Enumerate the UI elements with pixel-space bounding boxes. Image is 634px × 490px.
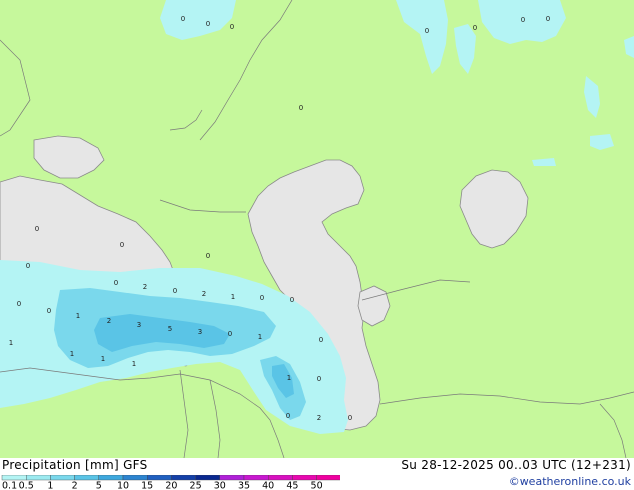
legend-swatch bbox=[292, 475, 317, 481]
footer: Precipitation [mm] GFS Su 28-12-2025 00.… bbox=[0, 458, 634, 490]
precip-value-label: 1 bbox=[70, 350, 74, 358]
precip-value-label: 0 bbox=[299, 104, 303, 112]
precip-value-label: 0 bbox=[425, 27, 429, 35]
legend-label: 20 bbox=[165, 481, 177, 490]
legend-swatch bbox=[146, 475, 172, 481]
legend-swatch bbox=[171, 475, 196, 481]
precip-value-label: 0 bbox=[286, 412, 290, 420]
legend-swatch bbox=[26, 475, 51, 481]
precip-value-label: 0 bbox=[47, 307, 51, 315]
precip-value-label: 0 bbox=[114, 279, 118, 287]
datetime-label: Su 28-12-2025 00..03 UTC (12+231) bbox=[401, 458, 631, 472]
precip-value-label: 0 bbox=[230, 23, 234, 31]
legend-label: 5 bbox=[96, 481, 102, 490]
legend-swatch bbox=[219, 475, 245, 481]
precip-value-label: 0 bbox=[35, 225, 39, 233]
precip-value-label: 1 bbox=[132, 360, 136, 368]
precip-value-label: 0 bbox=[290, 296, 294, 304]
precip-value-label: 0 bbox=[260, 294, 264, 302]
legend-swatch bbox=[243, 475, 269, 481]
legend-label: 40 bbox=[262, 481, 274, 490]
precip-value-label: 0 bbox=[17, 300, 21, 308]
precip-value-label: 3 bbox=[137, 321, 141, 329]
precip-value-label: 0 bbox=[473, 24, 477, 32]
precip-value-label: 0 bbox=[317, 375, 321, 383]
precip-value-label: 0 bbox=[521, 16, 525, 24]
legend-swatch bbox=[268, 475, 293, 481]
precip-value-label: 1 bbox=[258, 333, 262, 341]
legend-label: 45 bbox=[286, 481, 298, 490]
precip-value-label: 1 bbox=[231, 293, 235, 301]
legend-swatch bbox=[122, 475, 148, 481]
precip-value-label: 1 bbox=[287, 374, 291, 382]
legend-label: 25 bbox=[190, 481, 202, 490]
legend-label: 35 bbox=[238, 481, 250, 490]
legend-label: 0.1 bbox=[2, 481, 17, 490]
precip-value-label: 0 bbox=[206, 20, 210, 28]
legend-swatch bbox=[316, 475, 340, 481]
precip-value-label: 1 bbox=[76, 312, 80, 320]
precip-value-label: 2 bbox=[202, 290, 206, 298]
precipitation-map: 0 0 0 0 0 0 0 0 0 0 0 0 0 2 0 2 1 0 0 0 0 1 2 3 5 3 0 1 0 1 1 1 1 1 0 0 2 0 bbox=[0, 0, 634, 458]
precip-value-label: 0 bbox=[319, 336, 323, 344]
legend-swatch bbox=[74, 475, 99, 481]
legend-swatch bbox=[1, 475, 27, 481]
precip-value-label: 0 bbox=[546, 15, 550, 23]
legend-label: 2 bbox=[72, 481, 78, 490]
precip-value-label: 3 bbox=[198, 328, 202, 336]
precip-legend: 0.1 0.5 1 2 5 10 15 20 25 30 35 40 45 50 bbox=[1, 475, 340, 490]
precip-value-label: 0 bbox=[181, 15, 185, 23]
precip-value-label: 2 bbox=[143, 283, 147, 291]
precip-value-label: 1 bbox=[101, 355, 105, 363]
legend-label: 15 bbox=[141, 481, 153, 490]
precip-value-label: 0 bbox=[228, 330, 232, 338]
precip-value-label: 2 bbox=[107, 317, 111, 325]
precip-value-label: 0 bbox=[173, 287, 177, 295]
legend-label: 30 bbox=[214, 481, 226, 490]
legend-label: 50 bbox=[311, 481, 323, 490]
legend-label: 1 bbox=[47, 481, 53, 490]
legend-swatch bbox=[98, 475, 124, 481]
precip-value-label: 0 bbox=[348, 414, 352, 422]
precip-value-label: 5 bbox=[168, 325, 172, 333]
legend-swatch bbox=[195, 475, 221, 481]
precip-value-label: 0 bbox=[206, 252, 210, 260]
precip-value-label: 0 bbox=[120, 241, 124, 249]
map-title: Precipitation [mm] GFS bbox=[2, 458, 148, 472]
precip-value-label: 0 bbox=[26, 262, 30, 270]
precip-value-label: 1 bbox=[9, 339, 13, 347]
legend-label: 10 bbox=[117, 481, 129, 490]
precip-value-label: 2 bbox=[317, 414, 321, 422]
legend-label: 0.5 bbox=[19, 481, 34, 490]
legend-swatch bbox=[50, 475, 75, 481]
credit-link[interactable]: ©weatheronline.co.uk bbox=[509, 475, 631, 488]
